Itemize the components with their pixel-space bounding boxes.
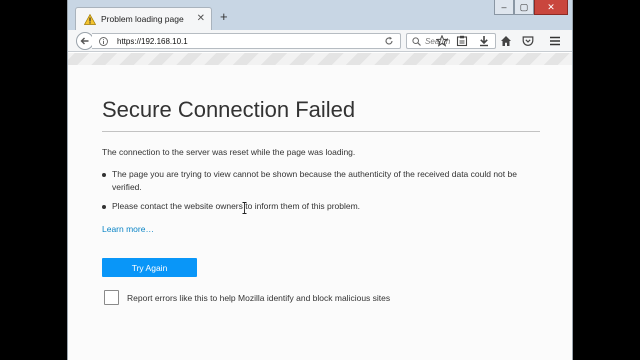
navigation-toolbar: https://192.168.10.1 [68,30,572,52]
list-item: The page you are trying to view cannot b… [102,168,542,194]
warning-icon [84,13,96,25]
menu-icon[interactable] [549,35,561,47]
window-controls: – ▢ ✕ [494,0,568,15]
tab-problem-loading[interactable]: Problem loading page ✕ [75,7,212,30]
maximize-button[interactable]: ▢ [514,0,534,15]
report-errors-label: Report errors like this to help Mozilla … [127,292,391,303]
tab-close-icon[interactable]: ✕ [197,14,205,24]
title-divider [102,131,540,132]
report-errors-row: Report errors like this to help Mozilla … [104,290,390,305]
browser-window: Problem loading page ✕ + – ▢ ✕ https://1… [67,0,573,360]
close-window-button[interactable]: ✕ [534,0,568,15]
try-again-button[interactable]: Try Again [102,258,197,277]
error-short-description: The connection to the server was reset w… [102,147,356,157]
url-bar[interactable]: https://192.168.10.1 [92,33,401,49]
url-text[interactable]: https://192.168.10.1 [117,37,384,46]
error-page: Secure Connection Failed The connection … [68,53,572,360]
site-info-icon[interactable] [99,36,108,46]
search-icon [412,36,421,46]
report-errors-checkbox[interactable] [104,290,119,305]
bookmark-star-icon[interactable] [436,35,448,47]
reading-list-icon[interactable] [456,35,468,47]
pocket-icon[interactable] [522,35,534,47]
warning-stripe [68,53,572,65]
reload-icon[interactable] [384,36,394,46]
back-arrow-icon [80,37,89,45]
tab-bar: Problem loading page ✕ + – ▢ ✕ [68,0,572,30]
home-icon[interactable] [500,35,512,47]
text-cursor-icon [242,202,247,214]
page-title: Secure Connection Failed [102,97,356,122]
learn-more-link[interactable]: Learn more… [102,224,154,234]
minimize-button[interactable]: – [494,0,514,15]
new-tab-button[interactable]: + [220,10,228,23]
download-icon[interactable] [478,35,490,47]
error-details-list: The page you are trying to view cannot b… [102,168,542,219]
list-item: Please contact the website owners to inf… [102,200,542,213]
tab-title: Problem loading page [101,14,184,24]
